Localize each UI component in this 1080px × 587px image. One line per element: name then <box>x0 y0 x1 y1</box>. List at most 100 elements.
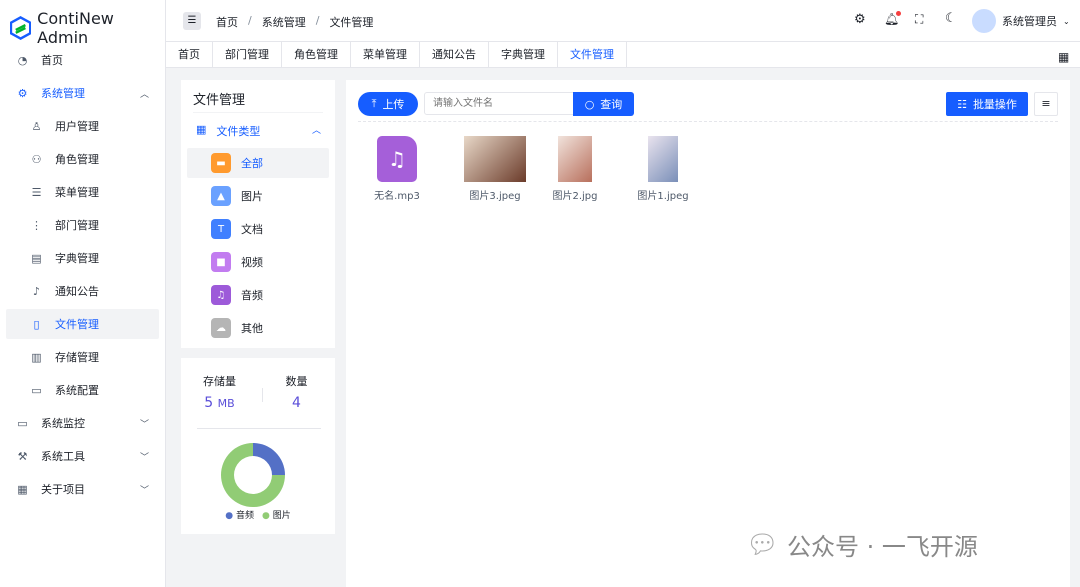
sidebar-item-label: 用户管理 <box>55 118 99 134</box>
batch-operation-button[interactable]: ☷批量操作 <box>946 92 1028 116</box>
tab-grid-icon[interactable]: ▦ <box>1058 50 1069 64</box>
panel-title: 文件管理 <box>193 89 245 108</box>
collapse-menu-button[interactable]: ☰ <box>183 12 201 30</box>
sidebar-item[interactable]: ▦关于项目﹀ <box>6 474 159 504</box>
sidebar-item[interactable]: ▥存储管理 <box>6 342 159 372</box>
sidebar-item-label: 字典管理 <box>55 250 99 266</box>
file-item[interactable]: ♫无名.mp3 <box>357 136 437 202</box>
book-icon: ▤ <box>30 252 43 265</box>
file-item[interactable]: 图片1.jpeg <box>623 136 703 202</box>
sidebar-item-label: 部门管理 <box>55 217 99 233</box>
file-type-icon: ■ <box>211 252 231 272</box>
chevron-up-icon: ︿ <box>140 87 149 100</box>
breadcrumb: 首页/ 系统管理/ 文件管理 <box>216 14 373 30</box>
search-button[interactable]: ○查询 <box>573 92 634 116</box>
count-value: 4 <box>258 395 335 411</box>
sidebar-item[interactable]: ▭ 系统配置 <box>6 375 159 405</box>
tool-icon: ⚒ <box>16 450 29 463</box>
file-type-header[interactable]: ▦文件类型︿ <box>196 123 321 139</box>
file-type-item[interactable]: ☁其他 <box>187 313 329 343</box>
tab[interactable]: 部门管理 <box>213 42 282 67</box>
settings-icon[interactable]: ⚙ <box>854 12 866 27</box>
view-toggle-button[interactable]: ≡ <box>1034 92 1058 116</box>
tab[interactable]: 菜单管理 <box>351 42 420 67</box>
bell-icon[interactable]: 🔔︎ <box>884 12 899 26</box>
upload-button[interactable]: ⤒上传 <box>358 92 418 116</box>
tab[interactable]: 通知公告 <box>420 42 489 67</box>
sidebar-item-label: 系统工具 <box>41 448 85 464</box>
tab[interactable]: 首页 <box>166 42 213 67</box>
audio-file-icon: ♫ <box>377 136 417 182</box>
file-item[interactable]: 图片2.jpg <box>535 136 615 202</box>
user-menu[interactable]: 系统管理员⌄ <box>972 9 1070 33</box>
file-type-item[interactable]: ■视频 <box>187 247 329 277</box>
sidebar-item[interactable]: ◔首页 <box>6 45 159 75</box>
sidebar-item[interactable]: ▭系统监控﹀ <box>6 408 159 438</box>
tab-bar: 首页部门管理角色管理菜单管理通知公告字典管理文件管理 <box>166 42 1080 68</box>
file-name: 图片1.jpeg <box>623 187 703 202</box>
tab[interactable]: 字典管理 <box>489 42 558 67</box>
tree-icon: ⋮ <box>30 219 43 232</box>
file-type-item[interactable]: ▬全部 <box>187 148 329 178</box>
checklist-icon: ☷ <box>957 98 967 111</box>
fullscreen-icon[interactable]: ⛶ <box>915 12 923 27</box>
sidebar-item-label: 系统配置 <box>55 382 99 398</box>
image-thumbnail <box>464 136 526 182</box>
file-type-item[interactable]: ▲图片 <box>187 181 329 211</box>
file-item[interactable]: 图片3.jpeg <box>455 136 535 202</box>
sidebar-item[interactable]: ♪通知公告 <box>6 276 159 306</box>
dark-mode-icon[interactable]: ☾ <box>945 11 957 26</box>
sidebar-item-label: 通知公告 <box>55 283 99 299</box>
file-name: 图片2.jpg <box>535 187 615 202</box>
watermark: 💬︎公众号 · 一飞开源 <box>746 527 978 562</box>
file-type-item[interactable]: T文档 <box>187 214 329 244</box>
chevron-down-icon: ﹀ <box>140 417 149 430</box>
app-title: ContiNew Admin <box>37 9 165 47</box>
file-type-item[interactable]: ♫音频 <box>187 280 329 310</box>
chart-legend: ● 音频 ● 图片 <box>181 508 335 521</box>
donut-slice-0[interactable] <box>253 443 285 475</box>
breadcrumb-item[interactable]: 首页 <box>216 14 238 30</box>
file-type-icon: ♫ <box>211 285 231 305</box>
sidebar-item[interactable]: ⚇ 角色管理 <box>6 144 159 174</box>
tab[interactable]: 角色管理 <box>282 42 351 67</box>
app-logo[interactable]: ContiNew Admin <box>10 9 165 47</box>
image-thumbnail <box>558 136 592 182</box>
sidebar-item[interactable]: ♙ 用户管理 <box>6 111 159 141</box>
tab[interactable]: 文件管理 <box>558 42 627 67</box>
sidebar-item[interactable]: ⚒系统工具﹀ <box>6 441 159 471</box>
monitor-icon: ▭ <box>16 417 29 430</box>
desktop-icon: ▭ <box>30 384 43 397</box>
header: ☰ 首页/ 系统管理/ 文件管理 ⚙ 🔔︎ ⛶ ☾ 系统管理员⌄ <box>166 0 1080 42</box>
sidebar-item-label: 文件管理 <box>55 316 99 332</box>
apps-icon: ▦ <box>16 483 29 496</box>
search-input[interactable] <box>424 92 574 115</box>
sidebar-item[interactable]: ☰菜单管理 <box>6 177 159 207</box>
username: 系统管理员 <box>1002 13 1057 29</box>
user-icon: ♙ <box>30 120 43 133</box>
count-label: 数量 <box>258 373 335 389</box>
sidebar-item-label: 角色管理 <box>55 151 99 167</box>
sidebar-item-label: 系统管理 <box>41 85 85 101</box>
sidebar-item-label: 首页 <box>41 52 63 68</box>
sidebar-item[interactable]: ▤ 字典管理 <box>6 243 159 273</box>
sidebar-item[interactable]: ⚙ 系统管理 ︿ <box>6 78 159 108</box>
chevron-down-icon: ﹀ <box>140 483 149 496</box>
sidebar-item[interactable]: ▯文件管理 <box>6 309 159 339</box>
legend-item[interactable]: ● 图片 <box>262 508 291 521</box>
breadcrumb-item: 文件管理 <box>329 14 373 30</box>
search-icon: ○ <box>585 98 595 111</box>
users-icon: ⚇ <box>30 153 43 166</box>
breadcrumb-item[interactable]: 系统管理 <box>262 14 306 30</box>
upload-icon: ⤒ <box>372 97 377 111</box>
storage-label: 存储量 <box>181 373 258 389</box>
file-type-icon: ☁ <box>211 318 231 338</box>
sidebar-item-label: 菜单管理 <box>55 184 99 200</box>
file-type-icon: ▬ <box>211 153 231 173</box>
storage-value: 5 MB <box>181 395 258 411</box>
file-type-panel: 文件管理 ▦文件类型︿ ▬全部▲图片T文档■视频♫音频☁其他 <box>181 80 335 348</box>
sidebar-item[interactable]: ⋮ 部门管理 <box>6 210 159 240</box>
file-name: 图片3.jpeg <box>455 187 535 202</box>
gear-icon: ⚙ <box>16 87 29 100</box>
legend-item[interactable]: ● 音频 <box>225 508 254 521</box>
